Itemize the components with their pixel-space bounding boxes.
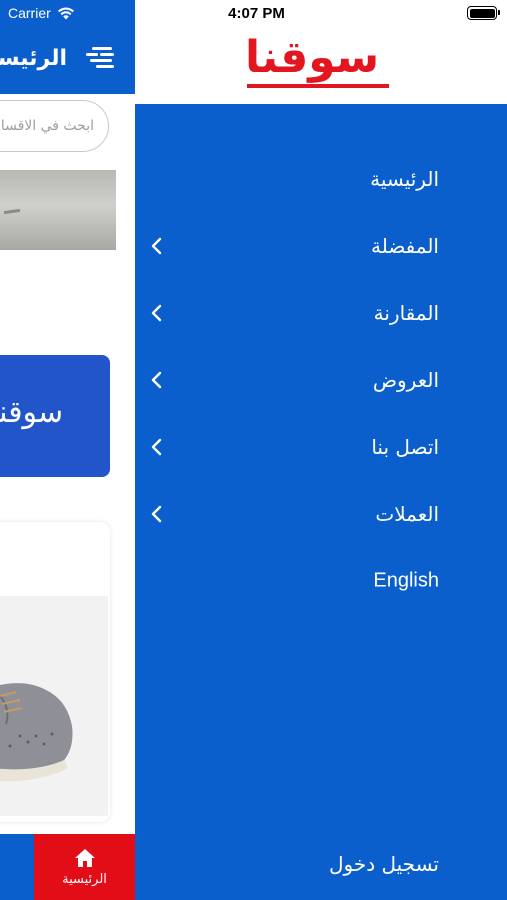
page-title: الرئيسية <box>0 46 67 71</box>
status-time: 4:07 PM <box>228 5 285 22</box>
menu-item-label: المقارنة <box>373 301 439 325</box>
tab-home[interactable]: الرئيسية <box>34 834 135 900</box>
app-header: Carrier الرئيسية <box>0 0 135 94</box>
wifi-icon <box>57 7 74 20</box>
chevron-left-icon <box>151 237 162 255</box>
chevron-left-icon <box>151 505 162 523</box>
menu-icon[interactable] <box>86 44 118 72</box>
menu-item-language[interactable]: English <box>135 547 507 615</box>
promo-card[interactable]: سوقنا <box>0 355 110 477</box>
search-input[interactable] <box>0 101 94 151</box>
menu-item-label: العملات <box>375 502 439 526</box>
menu-item-offers[interactable]: العروض <box>135 346 507 414</box>
menu-item-label: العروض <box>372 368 439 392</box>
menu-item-currencies[interactable]: العملات <box>135 480 507 548</box>
product-card[interactable] <box>0 522 110 822</box>
home-icon <box>74 848 95 867</box>
side-drawer: 4:07 PM سوقنا الرئيسية المفضلة المقارنة … <box>135 0 507 900</box>
bottom-nav: الرئيسية <box>0 834 135 900</box>
chevron-left-icon <box>151 438 162 456</box>
promo-card-text: سوقنا <box>0 395 64 430</box>
menu-item-label: المفضلة <box>370 234 439 258</box>
product-image[interactable] <box>0 596 108 816</box>
carrier-label: Carrier <box>8 5 51 21</box>
menu-item-favorites[interactable]: المفضلة <box>135 212 507 280</box>
login-link[interactable]: تسجيل دخول <box>329 852 439 876</box>
battery-icon <box>467 6 500 20</box>
menu-item-label: الرئيسية <box>370 167 439 191</box>
drawer-header: 4:07 PM سوقنا <box>135 0 507 104</box>
banner-image[interactable] <box>0 170 116 250</box>
menu-item-contact[interactable]: اتصل بنا <box>135 413 507 481</box>
main-content: Carrier الرئيسية سوقنا <box>0 0 135 900</box>
shoe-image <box>0 683 73 782</box>
menu-item-home[interactable]: الرئيسية <box>135 145 507 213</box>
menu-item-label: English <box>373 569 439 592</box>
menu-item-label: اتصل بنا <box>371 435 439 459</box>
menu-item-compare[interactable]: المقارنة <box>135 279 507 347</box>
search-box[interactable] <box>0 100 109 152</box>
tab-home-label: الرئيسية <box>62 871 107 887</box>
chevron-left-icon <box>151 304 162 322</box>
status-bar-left: Carrier <box>8 5 75 21</box>
logo-underline <box>247 84 389 88</box>
logo: سوقنا <box>245 32 380 83</box>
chevron-left-icon <box>151 371 162 389</box>
